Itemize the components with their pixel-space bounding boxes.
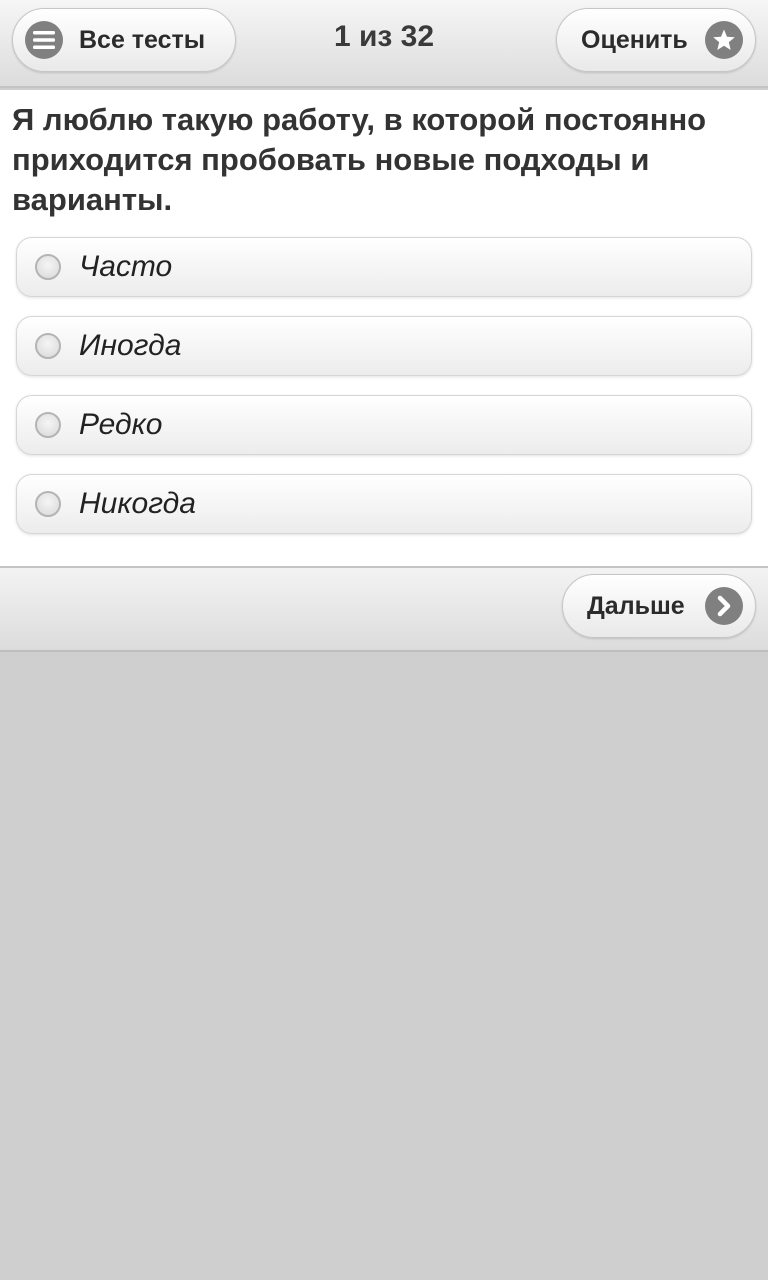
all-tests-button[interactable]: Все тесты — [12, 8, 236, 72]
top-bar: Все тесты 1 из 32 Оценить — [0, 0, 768, 88]
answer-option-rarely[interactable]: Редко — [16, 395, 752, 455]
question-counter: 1 из 32 — [333, 20, 435, 53]
answer-option-never[interactable]: Никогда — [16, 474, 752, 534]
answer-option-sometimes[interactable]: Иногда — [16, 316, 752, 376]
rate-button[interactable]: Оценить — [556, 8, 756, 72]
next-label: Дальше — [587, 591, 685, 620]
all-tests-label: Все тесты — [79, 25, 206, 54]
answer-option-often[interactable]: Часто — [16, 237, 752, 297]
radio-button[interactable] — [35, 412, 61, 438]
radio-button[interactable] — [35, 491, 61, 517]
rate-label: Оценить — [581, 25, 688, 54]
question-text: Я люблю такую работу, в которой постоянн… — [12, 102, 707, 217]
radio-button[interactable] — [35, 333, 61, 359]
question-panel: Я люблю такую работу, в которой постоянн… — [0, 90, 768, 566]
chevron-right-icon — [705, 587, 743, 625]
answer-label: Редко — [79, 408, 163, 441]
answer-label: Иногда — [79, 329, 182, 362]
menu-icon — [25, 21, 63, 59]
answer-label: Часто — [79, 250, 173, 283]
answer-label: Никогда — [79, 487, 196, 520]
radio-button[interactable] — [35, 254, 61, 280]
star-icon — [705, 21, 743, 59]
next-button[interactable]: Дальше — [562, 574, 756, 638]
